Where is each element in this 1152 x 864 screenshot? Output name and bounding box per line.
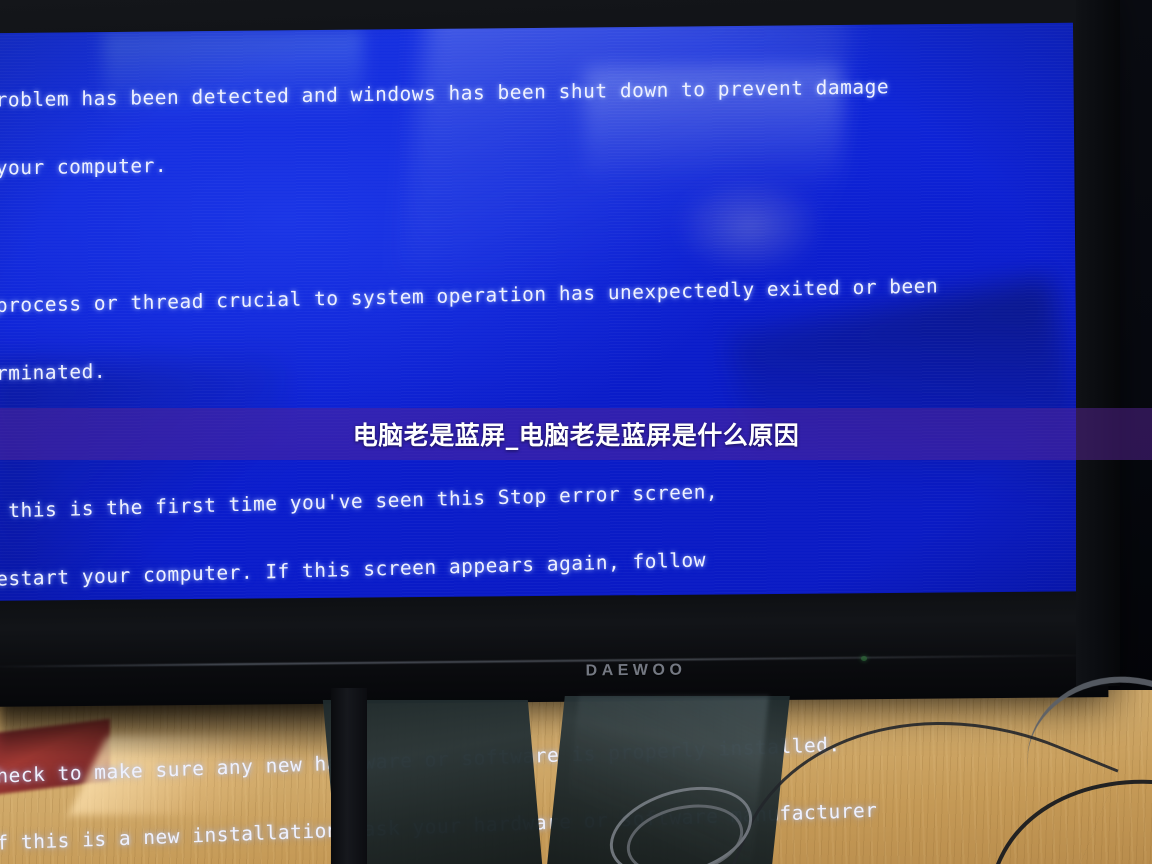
photo-canvas: problem has been detected and windows ha… <box>0 0 1152 864</box>
bsod-line: your computer. <box>0 153 168 180</box>
monitor-right-bezel <box>1076 0 1120 686</box>
bsod-line: restart your computer. If this screen ap… <box>0 547 707 591</box>
power-led-indicator <box>861 656 867 661</box>
bsod-line: problem has been detected and windows ha… <box>0 75 890 112</box>
bsod-line: process or thread crucial to system oper… <box>0 274 939 318</box>
bsod-line: f this is the first time you've seen thi… <box>0 480 719 523</box>
bsod-line: erminated. <box>0 359 107 385</box>
caption-title: 电脑老是蓝屏_电脑老是蓝屏是什么原因 <box>352 421 800 450</box>
monitor-stand-neck <box>331 688 367 864</box>
monitor-bottom-bezel <box>0 591 1109 707</box>
monitor-brand-label: DAEWOO <box>585 661 687 680</box>
caption-overlay-band: 电脑老是蓝屏_电脑老是蓝屏是什么原因 <box>0 408 1152 460</box>
